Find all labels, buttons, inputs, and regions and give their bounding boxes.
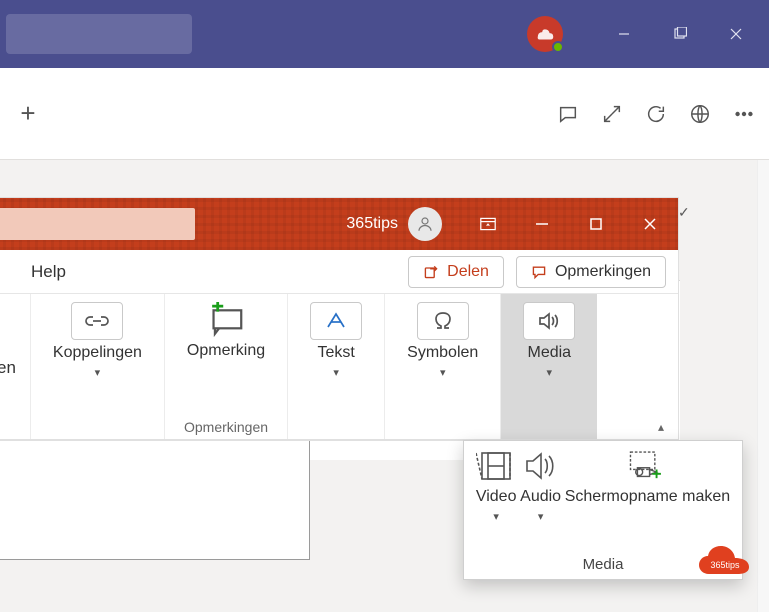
ppt-minimize-button[interactable] bbox=[524, 206, 560, 242]
account-indicator[interactable]: 365tips bbox=[346, 207, 442, 241]
symbols-button[interactable]: Symbolen ▾ bbox=[403, 300, 482, 381]
audio-label: Audio bbox=[520, 487, 561, 506]
chevron-down-icon: ▾ bbox=[538, 510, 544, 523]
text-label: Tekst bbox=[317, 344, 354, 362]
add-tab-button[interactable]: + bbox=[10, 98, 46, 129]
speaker-icon bbox=[523, 302, 575, 340]
media-button[interactable]: Media ▾ bbox=[519, 300, 579, 381]
window-maximize-button[interactable] bbox=[655, 14, 705, 54]
globe-icon[interactable] bbox=[689, 103, 711, 125]
person-icon bbox=[408, 207, 442, 241]
comments-button-label: Opmerkingen bbox=[555, 263, 651, 281]
ppt-titlebar: 365tips bbox=[0, 198, 678, 250]
comment-group-label: Opmerkingen bbox=[165, 419, 287, 435]
help-tab[interactable]: Help bbox=[31, 262, 66, 282]
screen-recording-label: Schermopname maken bbox=[565, 487, 730, 506]
window-close-button[interactable] bbox=[711, 14, 761, 54]
powerpoint-window: 365tips Help Delen Opmerkingen bbox=[0, 198, 678, 440]
document-title-field[interactable] bbox=[0, 208, 195, 240]
more-icon[interactable] bbox=[733, 103, 755, 125]
window-minimize-button[interactable] bbox=[599, 14, 649, 54]
checkmark-icon: ✓ bbox=[678, 204, 690, 221]
ribbon-group-links: Koppelingen ▾ bbox=[31, 294, 165, 439]
text-button[interactable]: Tekst ▾ bbox=[306, 300, 366, 381]
partial-label: en bbox=[0, 358, 16, 378]
chat-icon[interactable] bbox=[557, 103, 579, 125]
collapse-ribbon-button[interactable]: ▴ bbox=[658, 420, 664, 434]
titlebar-right bbox=[527, 14, 761, 54]
comment-label: Opmerking bbox=[187, 342, 265, 360]
links-label: Koppelingen bbox=[53, 344, 142, 362]
insert-audio-button[interactable]: Audio ▾ bbox=[520, 449, 561, 523]
vertical-scrollbar[interactable] bbox=[757, 160, 769, 612]
comments-button[interactable]: Opmerkingen bbox=[516, 256, 666, 288]
links-button[interactable]: Koppelingen ▾ bbox=[49, 300, 146, 381]
chevron-down-icon: ▾ bbox=[493, 510, 499, 523]
chevron-down-icon: ▾ bbox=[440, 366, 446, 379]
refresh-icon[interactable] bbox=[645, 103, 667, 125]
ribbon: en Koppelingen ▾ Opmerking Op bbox=[0, 294, 678, 440]
omega-icon bbox=[417, 302, 469, 340]
share-button[interactable]: Delen bbox=[408, 256, 504, 288]
avatar[interactable] bbox=[527, 16, 563, 52]
ribbon-group-symbols: Symbolen ▾ bbox=[385, 294, 501, 439]
chevron-down-icon: ▾ bbox=[95, 366, 101, 379]
media-label: Media bbox=[528, 344, 572, 362]
insert-video-button[interactable]: Video ▾ bbox=[476, 449, 517, 523]
link-icon bbox=[71, 302, 123, 340]
share-button-label: Delen bbox=[447, 263, 489, 281]
new-comment-button[interactable]: Opmerking bbox=[183, 300, 269, 362]
expand-icon[interactable] bbox=[601, 103, 623, 125]
badge-text: 365tips bbox=[697, 560, 753, 570]
screen-recording-button[interactable]: Schermopname maken bbox=[565, 449, 730, 506]
ribbon-display-options-button[interactable] bbox=[470, 206, 506, 242]
teams-titlebar bbox=[0, 0, 769, 68]
tips365-badge: 365tips bbox=[697, 544, 753, 582]
ribbon-group-text: Tekst ▾ bbox=[288, 294, 385, 439]
chevron-down-icon: ▾ bbox=[333, 366, 339, 379]
text-icon bbox=[310, 302, 362, 340]
presence-indicator bbox=[552, 41, 564, 53]
ribbon-group-media: Media ▾ bbox=[501, 294, 597, 439]
toolbar-icons bbox=[557, 103, 755, 125]
ppt-close-button[interactable] bbox=[632, 206, 668, 242]
symbols-label: Symbolen bbox=[407, 344, 478, 362]
chevron-down-icon: ▾ bbox=[547, 366, 553, 379]
teams-tab-toolbar: + bbox=[0, 68, 769, 160]
account-name: 365tips bbox=[346, 215, 398, 233]
video-label: Video bbox=[476, 487, 517, 506]
ppt-command-bar: Help Delen Opmerkingen bbox=[0, 250, 678, 294]
search-input[interactable] bbox=[6, 14, 192, 54]
ppt-maximize-button[interactable] bbox=[578, 206, 614, 242]
ribbon-group-comment: Opmerking Opmerkingen bbox=[165, 294, 288, 439]
ribbon-group-partial: en bbox=[0, 294, 31, 439]
